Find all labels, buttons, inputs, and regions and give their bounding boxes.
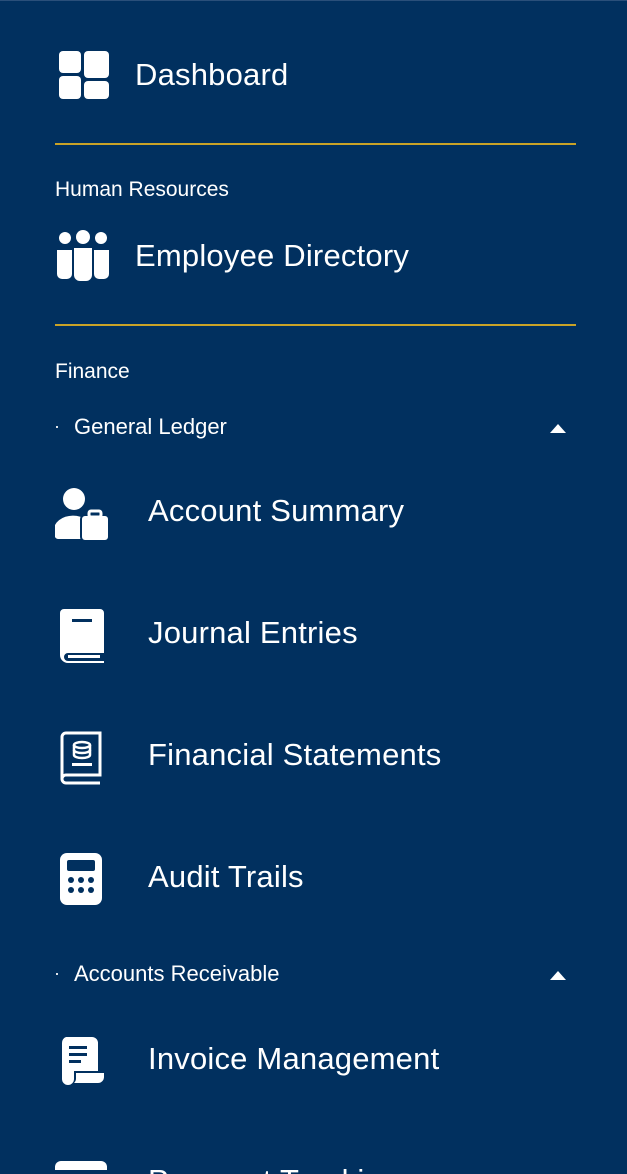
group-label-general-ledger: General Ledger <box>74 414 227 439</box>
caret-up-icon <box>550 971 566 980</box>
nav-item-audit-trails[interactable]: Audit Trails <box>55 845 575 911</box>
nav-item-invoice-management-label: Invoice Management <box>148 1041 440 1076</box>
nav-item-journal-entries[interactable]: Journal Entries <box>55 601 575 667</box>
section-title-hr: Human Resources <box>55 178 229 201</box>
user-briefcase-icon <box>55 488 110 542</box>
nav-item-dashboard-label: Dashboard <box>135 57 289 92</box>
divider-2 <box>55 324 576 326</box>
nav-item-dashboard[interactable]: Dashboard <box>55 45 575 105</box>
section-title-finance: Finance <box>55 360 130 383</box>
invoice-icon <box>61 1037 104 1085</box>
nav-item-audit-trails-label: Audit Trails <box>148 859 304 894</box>
divider-1 <box>55 143 576 145</box>
calculator-icon <box>60 853 102 905</box>
group-bullet: · <box>54 416 60 436</box>
people-group-icon <box>57 230 109 281</box>
sidebar-nav: Dashboard Human Resources Employee Direc… <box>0 0 627 1174</box>
nav-item-payment-tracking[interactable]: Payment Tracking <box>55 1149 575 1174</box>
nav-item-account-summary[interactable]: Account Summary <box>55 479 575 545</box>
payment-card-icon <box>55 1161 107 1174</box>
group-label-accounts-receivable: Accounts Receivable <box>74 961 280 986</box>
dashboard-icon <box>59 51 109 99</box>
caret-up-icon <box>550 424 566 433</box>
group-header-general-ledger[interactable]: · General Ledger <box>48 410 578 446</box>
nav-item-journal-entries-label: Journal Entries <box>148 615 358 650</box>
nav-item-employee-directory-label: Employee Directory <box>135 238 410 273</box>
nav-item-payment-tracking-label: Payment Tracking <box>148 1163 399 1174</box>
nav-item-account-summary-label: Account Summary <box>148 493 405 528</box>
book-icon <box>60 609 104 663</box>
nav-item-financial-statements[interactable]: Financial Statements <box>55 723 575 789</box>
group-header-accounts-receivable[interactable]: · Accounts Receivable <box>48 957 578 993</box>
nav-item-employee-directory[interactable]: Employee Directory <box>55 225 575 287</box>
nav-item-financial-statements-label: Financial Statements <box>148 737 442 772</box>
group-bullet: · <box>54 963 60 983</box>
nav-item-invoice-management[interactable]: Invoice Management <box>55 1027 575 1093</box>
ledger-book-icon <box>60 731 102 785</box>
